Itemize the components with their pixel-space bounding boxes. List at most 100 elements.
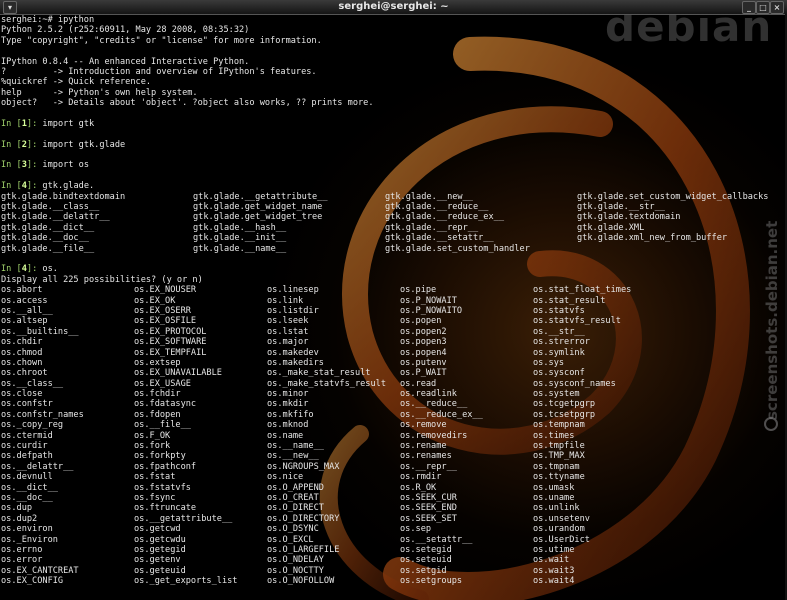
completion-item: os.wait <box>533 555 570 566</box>
completion-item: os.O_DIRECTORY <box>267 513 340 524</box>
completion-item: os.EX_SOFTWARE <box>134 337 207 348</box>
completion-item: os.fdopen <box>134 409 181 420</box>
completion-item: os.pipe <box>400 285 437 296</box>
completion-item: os.popen <box>400 316 442 327</box>
completion-item: os.UserDict <box>533 534 590 545</box>
completion-item: os.linesep <box>267 285 319 296</box>
completion-item: os.nice <box>267 472 304 483</box>
completion-item: os.TMP_MAX <box>533 451 585 462</box>
terminal-output[interactable]: serghei:~# ipython Python 2.5.2 (r252:60… <box>1 15 785 600</box>
completion-item: os.curdir <box>1 441 48 452</box>
completion-item: os.tmpnam <box>533 461 580 472</box>
completion-row: os.error os.getenv os.O_NDELAY os.seteuid os… <box>1 555 785 565</box>
completion-item: os.fstatvfs <box>134 482 191 493</box>
completion-item: os.P_NOWAIT <box>400 295 457 306</box>
completion-item: os.SEEK_CUR <box>400 492 457 503</box>
completion-item: os.__builtins__ <box>1 326 79 337</box>
completion-item: os.EX_TEMPFAIL <box>134 347 207 358</box>
completion-row: os.confstr_names os.fdopen os.mkfifo os.__r… <box>1 410 785 420</box>
completion-row: os.environ os.getcwd os.O_DSYNC os.sep os.ur… <box>1 524 785 534</box>
completion-row: os.close os.fchdir os.minor os.readlink os.s… <box>1 389 785 399</box>
completion-item: os.error <box>1 555 43 566</box>
completion-item: os.devnull <box>1 472 53 483</box>
completion-row: os.chmod os.EX_TEMPFAIL os.makedev os.popen… <box>1 348 785 358</box>
ipython-prompt: In [1]: import gtk <box>1 118 95 129</box>
completion-item: os.EX_PROTOCOL <box>134 326 207 337</box>
completion-item: os.__getattribute__ <box>134 513 233 524</box>
completion-row: os.EX_CONFIG os._get_exports_list os.O_NOF… <box>1 576 785 586</box>
completion-item: os._make_statvfs_result <box>267 378 386 389</box>
completion-row: os._copy_reg os.__file__ os.mknod os.remove… <box>1 420 785 430</box>
completion-item: os.O_NOCTTY <box>267 565 324 576</box>
completion-item: os.EX_NOUSER <box>134 285 197 296</box>
completion-item: os.setegid <box>400 544 452 555</box>
completion-row: gtk.glade.__class__ gtk.glade.get_widget_… <box>1 202 785 212</box>
title-bar[interactable]: ▾ serghei@serghei: ~ _ □ × <box>0 0 787 15</box>
completion-item: os.sysconf <box>533 368 585 379</box>
completion-item: os.altsep <box>1 316 48 327</box>
ipython-prompt: In [4]: gtk.glade. <box>1 181 95 192</box>
completion-item: os.__reduce_ex__ <box>400 409 483 420</box>
completion-row: os.__builtins__ os.EX_PROTOCOL os.lstat os.… <box>1 327 785 337</box>
completion-item: os.EX_OK <box>134 295 176 306</box>
completion-item: gtk.glade.get_widget_name <box>193 202 323 213</box>
completion-item: os.unlink <box>533 503 580 514</box>
completion-item: gtk.glade.__repr__ <box>385 222 479 233</box>
completion-item: os.popen3 <box>400 337 447 348</box>
completion-item: gtk.glade.bindtextdomain <box>1 191 126 202</box>
maximize-button[interactable]: □ <box>756 1 770 14</box>
completion-item: os.wait4 <box>533 576 575 587</box>
completion-item: os.R_OK <box>400 482 437 493</box>
completion-item: os.forkpty <box>134 451 186 462</box>
completion-item: os.access <box>1 295 48 306</box>
completion-item: os.__setattr__ <box>400 534 473 545</box>
completion-item: os._get_exports_list <box>134 576 238 587</box>
completion-row: os.dup os.ftruncate os.O_DIRECT os.SEEK_END… <box>1 503 785 513</box>
completion-item: os.O_NOFOLLOW <box>267 576 335 587</box>
completion-item: os.lseek <box>267 316 309 327</box>
completion-item: os.O_DIRECT <box>267 503 324 514</box>
completion-item: os.chdir <box>1 337 43 348</box>
completion-item: os.defpath <box>1 451 53 462</box>
glade-completion-list: gtk.glade.bindtextdomain gtk.glade.__geta… <box>1 192 785 254</box>
completion-row: os.chdir os.EX_SOFTWARE os.major os.popen3 o… <box>1 337 785 347</box>
completion-item: os.sep <box>400 524 432 535</box>
completion-item: os.geteuid <box>134 565 186 576</box>
completion-item: os.F_OK <box>134 430 171 441</box>
completion-item: os.setgid <box>400 565 447 576</box>
completion-item: os.makedirs <box>267 357 324 368</box>
completion-item: os.__all__ <box>1 305 53 316</box>
completion-item: os.__delattr__ <box>1 461 74 472</box>
completion-item: os.times <box>533 430 575 441</box>
completion-item: os.__file__ <box>134 420 191 431</box>
completion-row: gtk.glade.__file__ gtk.glade.__name__ gtk.… <box>1 244 785 254</box>
completion-row: os.curdir os.fork os.__name__ os.rename os.t… <box>1 441 785 451</box>
completion-item: os.tcgetpgrp <box>533 399 596 410</box>
completion-item: os.NGROUPS_MAX <box>267 461 340 472</box>
completion-item: os.dup <box>1 503 33 514</box>
completion-item: os.lstat <box>267 326 309 337</box>
completion-row: os.confstr os.fdatasync os.mkdir os.__reduc… <box>1 399 785 409</box>
terminal-line: Type "copyright", "credits" or "license"… <box>1 35 322 46</box>
completion-item: os.O_LARGEFILE <box>267 544 340 555</box>
completion-row: os.__dict__ os.fstatvfs os.O_APPEND os.R_OK… <box>1 483 785 493</box>
ipython-prompt: In [2]: import gtk.glade <box>1 139 126 150</box>
completion-item: os.P_WAIT <box>400 368 447 379</box>
minimize-button[interactable]: _ <box>742 1 756 14</box>
completion-item: os.chroot <box>1 368 48 379</box>
completion-item: os._make_stat_result <box>267 368 371 379</box>
completion-item: gtk.glade.set_custom_widget_callbacks <box>577 191 769 202</box>
completion-row: os.devnull os.fstat os.nice os.rmdir os.ttyn… <box>1 472 785 482</box>
completion-item: os.EX_OSERR <box>134 305 191 316</box>
completion-item: os.name <box>267 430 304 441</box>
completion-item: os.fork <box>134 441 171 452</box>
completion-item: os.umask <box>533 482 575 493</box>
terminal-line: object? -> Details about 'object'. ?obje… <box>1 98 374 109</box>
completion-item: gtk.glade.__str__ <box>577 202 665 213</box>
completion-item: os.fdatasync <box>134 399 197 410</box>
completion-item: os.extsep <box>134 357 181 368</box>
completion-item: os.rmdir <box>400 472 442 483</box>
close-button[interactable]: × <box>770 1 784 14</box>
completion-item: os.EX_USAGE <box>134 378 191 389</box>
completion-item: os._copy_reg <box>1 420 64 431</box>
